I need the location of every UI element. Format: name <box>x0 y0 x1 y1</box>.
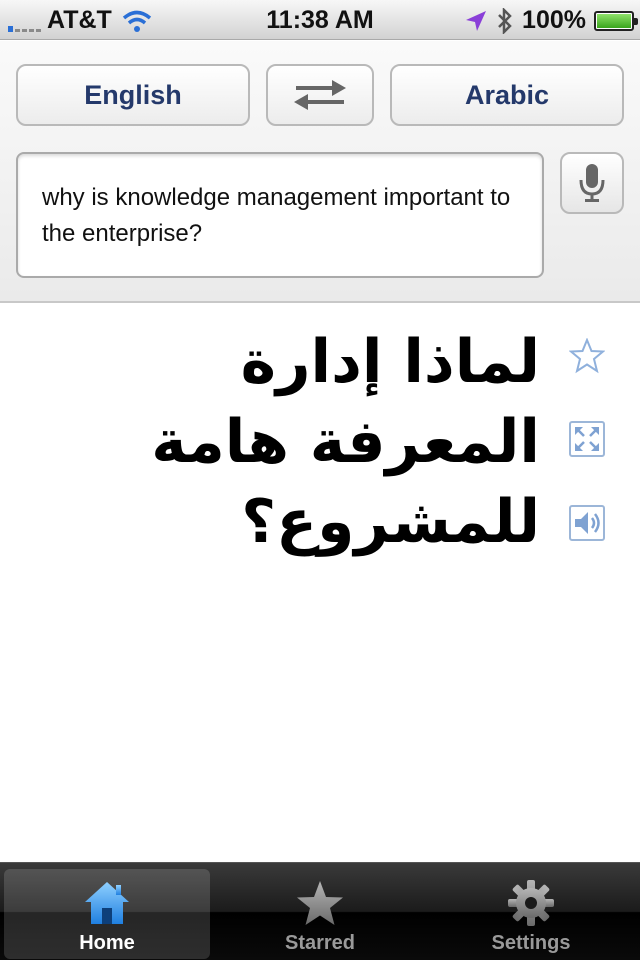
tab-starred[interactable]: Starred <box>217 869 423 959</box>
swap-arrows-icon <box>294 80 346 110</box>
location-arrow-icon <box>466 10 487 31</box>
tab-settings[interactable]: Settings <box>428 869 634 959</box>
tab-starred-label: Starred <box>284 932 356 954</box>
translate-panel: English Arabic why is knowledge manageme… <box>0 41 640 303</box>
translation-result: لماذا إدارة المعرفة هامة للمشروع؟ <box>151 327 540 557</box>
fullscreen-button[interactable] <box>569 421 605 457</box>
source-language-button[interactable]: English <box>16 64 250 126</box>
tab-home[interactable]: Home <box>4 869 210 959</box>
speaker-icon <box>575 512 600 534</box>
gear-icon <box>508 880 554 926</box>
status-right: 100% <box>464 6 638 35</box>
voice-input-button[interactable] <box>560 152 624 214</box>
battery-fill <box>597 13 631 28</box>
star-translation-button[interactable] <box>569 338 605 374</box>
star-icon <box>569 338 605 374</box>
microphone-icon <box>579 164 605 202</box>
fullscreen-icon <box>575 427 599 451</box>
speak-translation-button[interactable] <box>569 505 605 541</box>
tab-bar: Home Starred Settings <box>0 862 640 960</box>
target-language-button[interactable]: Arabic <box>390 64 624 126</box>
status-bar: AT&T 11:38 AM 100% <box>0 0 640 40</box>
tab-home-label: Home <box>79 932 135 954</box>
tab-settings-label: Settings <box>491 932 571 954</box>
swap-languages-button[interactable] <box>266 64 374 126</box>
battery-percent: 100% <box>522 6 586 34</box>
bluetooth-icon <box>498 7 512 34</box>
source-text-input[interactable]: why is knowledge management important to… <box>16 152 544 278</box>
home-icon <box>85 882 129 924</box>
battery-icon <box>594 10 638 31</box>
star-icon <box>297 881 343 925</box>
